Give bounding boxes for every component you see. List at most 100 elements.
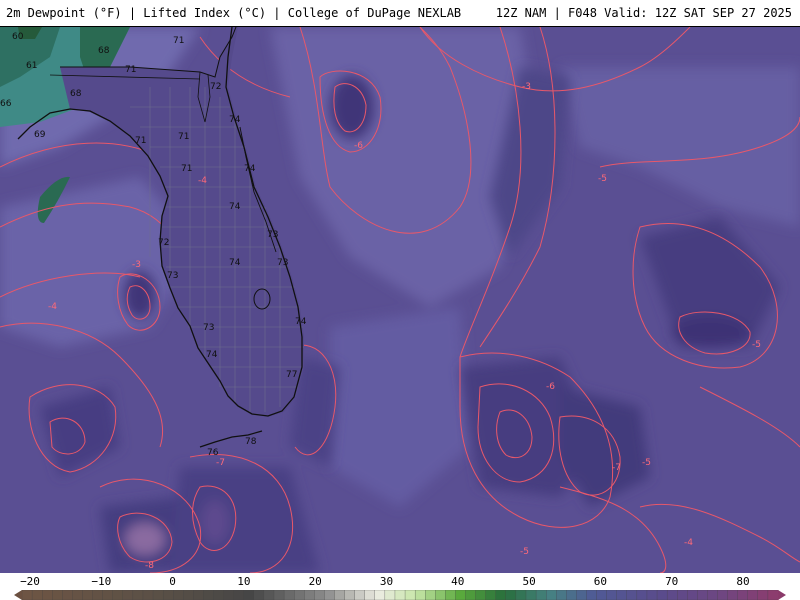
colorbar-cell xyxy=(324,590,336,600)
dewpoint-label: 72 xyxy=(158,238,169,248)
legend-tick-label: 40 xyxy=(451,575,465,588)
colorbar-cell xyxy=(193,590,204,600)
dewpoint-label: 73 xyxy=(277,258,288,268)
colorbar-cell xyxy=(505,590,517,600)
colorbar-cell xyxy=(556,590,567,600)
colorbar-cell xyxy=(445,590,456,600)
colorbar-cell xyxy=(404,590,416,600)
lifted-index-label: -8 xyxy=(145,561,154,571)
color-legend: −20 −10 0 10 20 30 40 50 60 70 80 xyxy=(0,573,800,600)
dewpoint-label: 72 xyxy=(210,82,221,92)
colorbar-cell xyxy=(314,590,325,600)
lifted-index-label: -4 xyxy=(684,538,693,548)
colorbar-cell xyxy=(677,590,688,600)
lifted-index-label: -5 xyxy=(642,458,651,468)
colorbar-cell xyxy=(687,590,698,600)
colorbar-cell xyxy=(414,590,426,600)
colorbar-cell xyxy=(142,590,154,600)
colorbar-cell xyxy=(737,590,749,600)
legend-tick-label: −10 xyxy=(91,575,112,588)
colorbar-cell xyxy=(82,590,94,600)
colorbar-cell xyxy=(546,590,557,600)
dewpoint-label: 65 xyxy=(79,27,90,29)
lifted-index-label: -7 xyxy=(216,458,225,468)
colorbar-left-arrow xyxy=(14,590,22,600)
legend-tick-label: 70 xyxy=(665,575,679,588)
colorbar-cell xyxy=(334,590,346,600)
dewpoint-label: 71 xyxy=(125,65,136,75)
colorbar-cell xyxy=(42,590,53,600)
colorbar-cell xyxy=(102,590,114,600)
colorbar-cell xyxy=(72,590,84,600)
colorbar-cell xyxy=(394,590,406,600)
colorbar-cell xyxy=(183,590,194,600)
dewpoint-label: 73 xyxy=(167,271,178,281)
colorbar-cell xyxy=(273,590,285,600)
colorbar-cell xyxy=(294,590,305,600)
dewpoint-label: 61 xyxy=(26,61,37,71)
lifted-index-label: -6 xyxy=(546,382,555,392)
legend-tick-label: 50 xyxy=(522,575,536,588)
colorbar-cell xyxy=(576,590,588,600)
dewpoint-label: 74 xyxy=(295,317,307,327)
legend-tick-label: 20 xyxy=(308,575,322,588)
dewpoint-label: 74 xyxy=(229,202,241,212)
lifted-index-label: -5 xyxy=(598,174,607,184)
legend-tick-label: 10 xyxy=(237,575,251,588)
dewpoint-label: 74 xyxy=(229,258,241,268)
colorbar-cell xyxy=(616,590,628,600)
dewpoint-label: 74 xyxy=(229,115,241,125)
colorbar-cell xyxy=(636,590,648,600)
colorbar-cell xyxy=(767,590,779,600)
colorbar-cell xyxy=(162,590,174,600)
colorbar-cell xyxy=(364,590,376,600)
colorbar-cell xyxy=(485,590,497,600)
colorbar-cell xyxy=(626,590,638,600)
colorbar-cell xyxy=(455,590,467,600)
colorbar-cell xyxy=(425,590,436,600)
colorbar-cell xyxy=(606,590,618,600)
colorbar-cell xyxy=(525,590,537,600)
colorbar-cell xyxy=(586,590,598,600)
colorbar-cell xyxy=(21,590,33,600)
colorbar-cell xyxy=(253,590,265,600)
colorbar-cell xyxy=(112,590,124,600)
colorbar-cell xyxy=(213,590,225,600)
dewpoint-label: 71 xyxy=(178,132,189,142)
colorbar-cell xyxy=(727,590,739,600)
dewpoint-label: 68 xyxy=(98,46,110,56)
legend-tick-label: 0 xyxy=(169,575,176,588)
colorbar-cell xyxy=(173,590,184,600)
colorbar-cell xyxy=(344,590,356,600)
colorbar-cell xyxy=(354,590,366,600)
colorbar-cell xyxy=(495,590,507,600)
lifted-index-label: -6 xyxy=(354,141,363,151)
lifted-index-label: -3 xyxy=(522,82,531,92)
colorbar xyxy=(14,590,786,600)
colorbar-cell xyxy=(535,590,547,600)
dewpoint-label: 74 xyxy=(244,164,256,174)
dewpoint-label: 60 xyxy=(12,32,24,42)
legend-tick-label: 30 xyxy=(379,575,394,588)
colorbar-cell xyxy=(223,590,235,600)
map-canvas: 65 60 61 68 71 71 66 68 69 72 74 71 71 7… xyxy=(0,27,800,573)
colorbar-cell xyxy=(31,590,43,600)
colorbar-cell xyxy=(747,590,759,600)
legend-tick-label: 60 xyxy=(593,575,608,588)
dewpoint-label: 73 xyxy=(203,323,214,333)
dewpoint-label: 71 xyxy=(135,136,146,146)
dewpoint-label: 71 xyxy=(173,36,184,46)
map-header: 2m Dewpoint (°F) | Lifted Index (°C) | C… xyxy=(0,0,800,27)
colorbar-cell xyxy=(697,590,708,600)
lifted-index-label: -5 xyxy=(520,547,529,557)
lifted-index-label: -5 xyxy=(752,340,761,350)
colorbar-cell xyxy=(122,590,134,600)
lifted-index-label: -4 xyxy=(48,302,57,312)
colorbar-cell xyxy=(475,590,487,600)
colorbar-cell xyxy=(233,590,245,600)
colorbar-cell xyxy=(263,590,275,600)
colorbar-cell xyxy=(656,590,668,600)
colorbar-cell xyxy=(283,590,295,600)
colorbar-cell xyxy=(566,590,577,600)
colorbar-cell xyxy=(92,590,104,600)
